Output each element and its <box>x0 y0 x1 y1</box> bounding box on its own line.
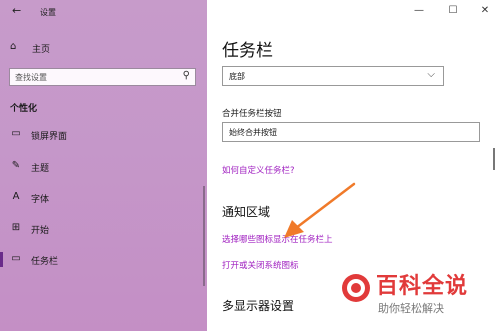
watermark-subtitle: 助你轻松解决 <box>378 302 444 315</box>
search-input[interactable]: 查找设置 ⚲ <box>9 68 196 86</box>
nav-home-label: 主页 <box>32 45 51 55</box>
page-title: 任务栏 <box>222 41 273 61</box>
lockscreen-icon: ▭ <box>11 128 21 139</box>
taskbar-icon: ▭ <box>11 253 21 264</box>
home-icon: ⌂ <box>10 41 17 52</box>
nav-item-fonts[interactable]: A 字体 <box>0 187 207 209</box>
system-icons-link[interactable]: 打开或关闭系统图标 <box>222 259 299 271</box>
combine-label: 合并任务栏按钮 <box>222 109 282 119</box>
section-title: 个性化 <box>10 104 38 114</box>
minimize-icon[interactable]: — <box>403 2 435 20</box>
multi-display-title: 多显示器设置 <box>222 299 295 313</box>
search-icon[interactable]: ⚲ <box>183 70 190 81</box>
nav-item-label: 锁屏界面 <box>31 132 68 142</box>
main-scrollbar[interactable] <box>493 148 495 170</box>
title-bar: ← 设置 <box>0 0 207 24</box>
nav-item-start[interactable]: ⊞ 开始 <box>0 218 207 240</box>
customize-taskbar-link[interactable]: 如何自定义任务栏? <box>222 164 295 176</box>
start-icon: ⊞ <box>11 222 21 233</box>
fonts-icon: A <box>12 191 20 202</box>
back-arrow-icon[interactable]: ← <box>12 4 21 17</box>
combine-buttons-dropdown[interactable]: 始终合并按钮 <box>222 122 480 142</box>
chevron-down-icon: ⌵ <box>427 69 435 80</box>
watermark-title: 百科全说 <box>376 274 469 299</box>
close-icon[interactable]: ✕ <box>469 2 500 20</box>
search-placeholder: 查找设置 <box>15 73 47 82</box>
nav-item-taskbar[interactable]: ▭ 任务栏 <box>0 249 207 271</box>
notification-area-title: 通知区域 <box>222 205 271 219</box>
nav-item-lockscreen[interactable]: ▭ 锁屏界面 <box>0 124 207 146</box>
watermark-logo-icon <box>342 274 370 302</box>
taskbar-position-dropdown[interactable]: 底部 ⌵ <box>222 66 444 86</box>
dropdown-value: 始终合并按钮 <box>229 128 277 137</box>
sidebar-scrollbar[interactable] <box>203 186 205 286</box>
nav-item-themes[interactable]: ✎ 主题 <box>0 156 207 178</box>
nav-item-label: 字体 <box>31 195 50 205</box>
active-indicator <box>0 252 3 267</box>
nav-item-label: 主题 <box>31 164 50 174</box>
nav-item-label: 任务栏 <box>31 257 59 267</box>
nav-item-label: 开始 <box>31 226 50 236</box>
dropdown-value: 底部 <box>229 72 245 81</box>
annotation-arrow-icon <box>284 182 356 238</box>
watermark: 百科全说 助你轻松解决 <box>338 268 498 324</box>
themes-icon: ✎ <box>11 160 21 171</box>
sidebar: ← 设置 ⌂ 主页 查找设置 ⚲ 个性化 ▭ 锁屏界面 ✎ 主题 A 字体 ⊞ … <box>0 0 207 331</box>
maximize-icon[interactable]: ☐ <box>437 2 469 20</box>
app-title: 设置 <box>40 8 56 17</box>
